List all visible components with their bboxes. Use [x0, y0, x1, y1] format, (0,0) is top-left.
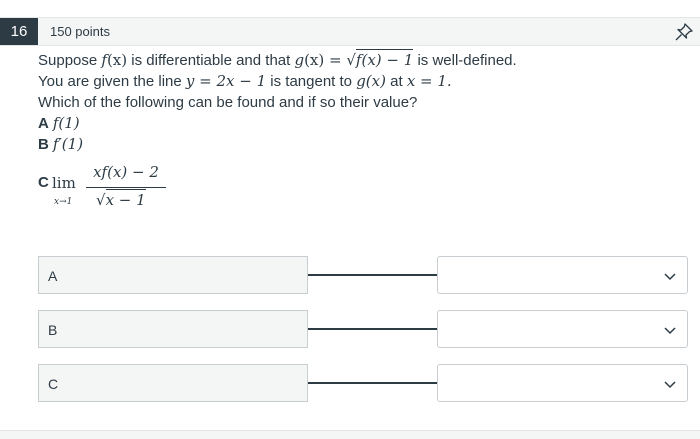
- pin-icon[interactable]: [674, 22, 694, 42]
- fraction-bar: [86, 187, 166, 188]
- match-connector: [308, 328, 437, 330]
- match-label: B: [38, 310, 308, 348]
- question-line-3: Which of the following can be found and …: [38, 94, 418, 111]
- sqrt-symbol: √: [346, 51, 356, 69]
- question-line-2: You are given the line y = 2x − 1 is tan…: [38, 72, 452, 90]
- option-b: Bf′(1): [38, 135, 84, 153]
- match-label: C: [38, 364, 308, 402]
- match-row-a: A: [38, 256, 688, 294]
- limit-operator: lim: [52, 174, 76, 192]
- option-a: Af(1): [38, 114, 80, 132]
- match-label: A: [38, 256, 308, 294]
- fraction-numerator: xf(x) − 2: [93, 163, 159, 181]
- question-points: 150 points: [50, 24, 110, 39]
- match-row-c: C: [38, 364, 688, 402]
- answer-select-b[interactable]: [437, 310, 688, 348]
- answer-select-c[interactable]: [437, 364, 688, 402]
- question-number: 16: [0, 18, 38, 45]
- chevron-down-icon: [664, 327, 676, 335]
- limit-subscript: x→1: [54, 197, 73, 207]
- match-connector: [308, 274, 437, 276]
- question-body: Suppose f(x) is differentiable and that …: [38, 49, 517, 215]
- answer-select-a[interactable]: [437, 256, 688, 294]
- chevron-down-icon: [664, 273, 676, 281]
- fraction-denominator: √x − 1: [96, 189, 146, 209]
- match-connector: [308, 382, 437, 384]
- question-line-1: Suppose f(x) is differentiable and that …: [38, 49, 517, 69]
- question-header: 16 150 points: [0, 17, 700, 46]
- match-row-b: B: [38, 310, 688, 348]
- chevron-down-icon: [664, 381, 676, 389]
- option-c: C lim x→1 xf(x) − 2 √x − 1: [38, 155, 517, 215]
